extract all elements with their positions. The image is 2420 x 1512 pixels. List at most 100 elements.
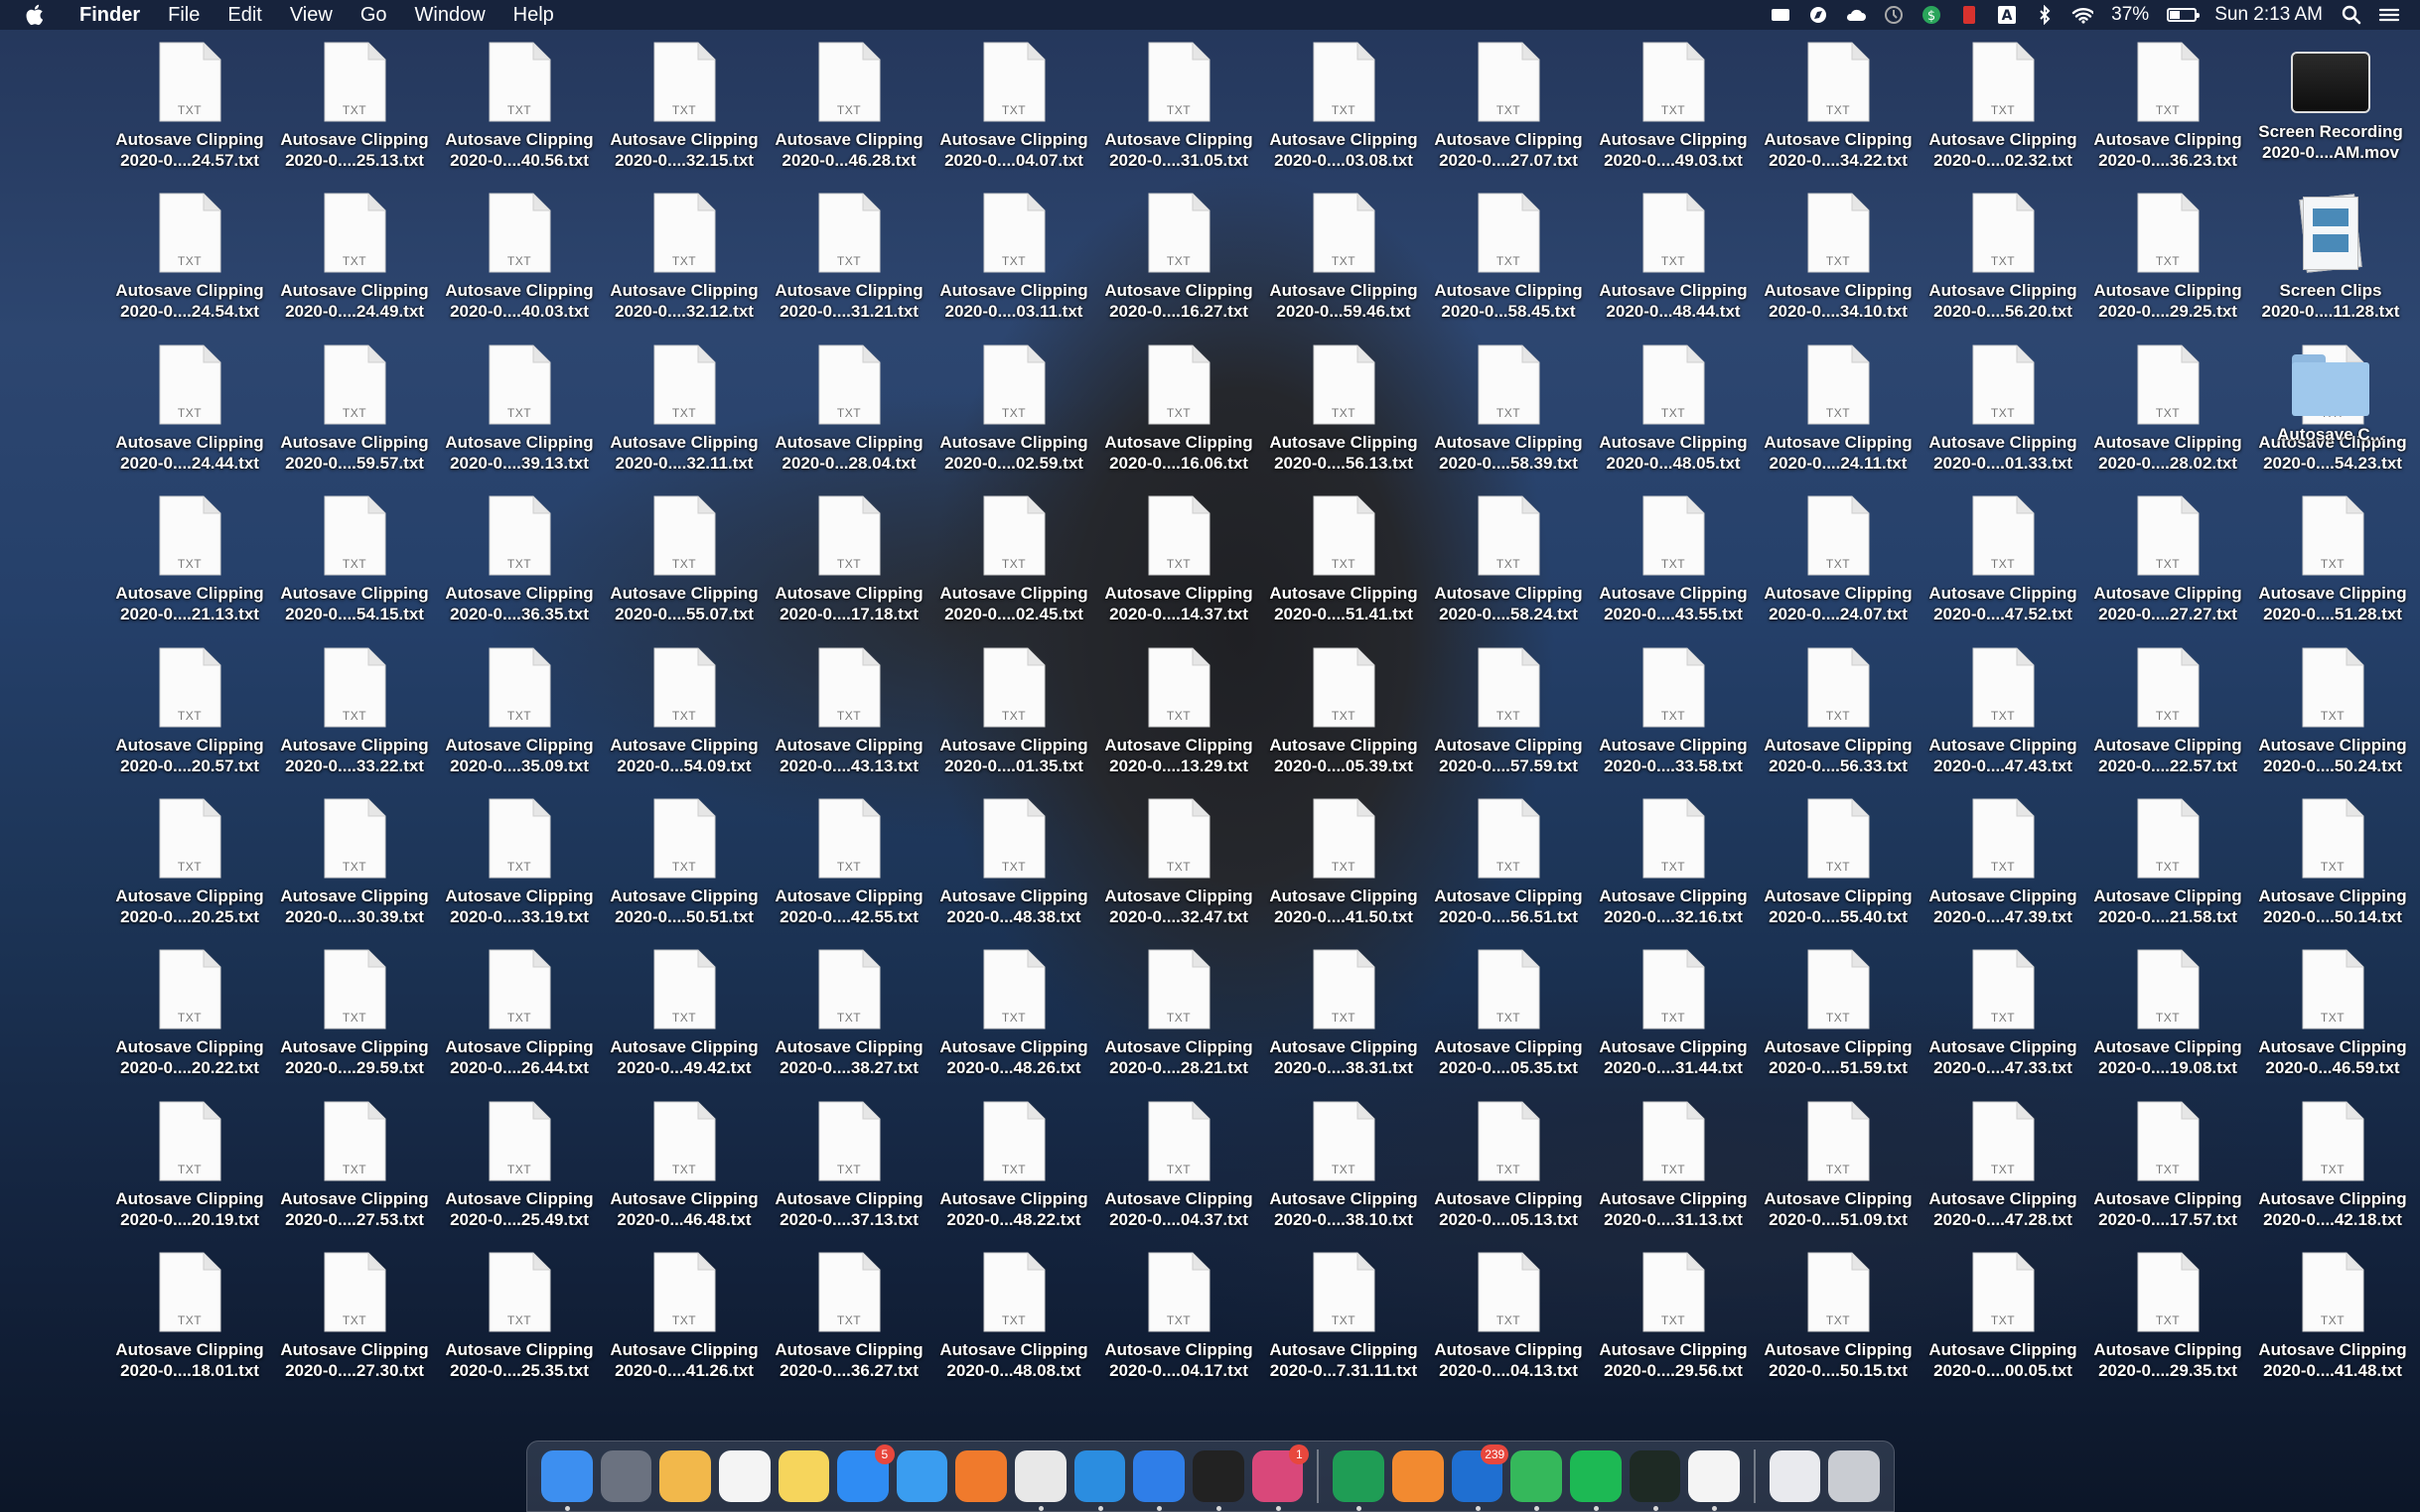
file-name[interactable]: Autosave Clipping 2020-0...48.08.txt xyxy=(931,1339,1096,1381)
txt-file-icon[interactable]: TXT xyxy=(2136,495,2200,577)
txt-file-icon[interactable]: TXT xyxy=(1971,798,2035,880)
desktop-file-item[interactable]: TXT Autosave Clipping 2020-0....22.57.txt xyxy=(2085,643,2250,794)
desktop-file-item[interactable]: TXT Autosave Clipping 2020-0...48.05.txt xyxy=(1591,341,1756,491)
menu-view[interactable]: View xyxy=(276,0,347,30)
file-name[interactable]: Autosave Clipping 2020-0....32.15.txt xyxy=(602,129,767,171)
txt-file-icon[interactable]: TXT xyxy=(1641,495,1705,577)
firefox-icon[interactable] xyxy=(955,1450,1008,1502)
txt-file-icon[interactable]: TXT xyxy=(488,193,551,274)
txt-file-icon[interactable]: TXT xyxy=(158,193,221,274)
desktop-file-item[interactable]: TXT Autosave Clipping 2020-0....05.35.txt xyxy=(1426,945,1591,1096)
launchpad-icon[interactable] xyxy=(600,1450,652,1502)
txt-file-icon[interactable]: TXT xyxy=(817,647,881,729)
file-name[interactable]: Autosave Clipping 2020-0....18.01.txt xyxy=(107,1339,272,1381)
desktop-file-item[interactable]: TXT Autosave Clipping 2020-0....56.20.txt xyxy=(1921,189,2085,340)
desktop-file-item[interactable]: TXT Autosave Clipping 2020-0....14.37.txt xyxy=(1096,491,1261,642)
txt-file-icon[interactable]: TXT xyxy=(158,495,221,577)
txt-file-icon[interactable]: TXT xyxy=(1477,1252,1540,1333)
desktop-file-item[interactable]: TXT Autosave Clipping 2020-0....24.57.txt xyxy=(107,38,272,189)
txt-file-icon[interactable]: TXT xyxy=(817,495,881,577)
desktop-file-item[interactable]: TXT Autosave Clipping 2020-0....24.07.txt xyxy=(1756,491,1921,642)
file-name[interactable]: Autosave Clipping 2020-0....04.13.txt xyxy=(1426,1339,1591,1381)
txt-file-icon[interactable]: TXT xyxy=(1477,495,1540,577)
txt-file-icon[interactable]: TXT xyxy=(1312,798,1375,880)
movie-file-icon[interactable] xyxy=(2291,52,2370,113)
app-store-icon[interactable]: 5 xyxy=(837,1444,895,1502)
bluetooth-icon[interactable] xyxy=(2034,5,2056,25)
desktop-file-item[interactable]: TXT Autosave Clipping 2020-0....40.03.txt xyxy=(437,189,602,340)
bookmark-icon[interactable] xyxy=(1958,5,1980,25)
txt-file-icon[interactable]: TXT xyxy=(1641,344,1705,426)
txt-file-icon[interactable]: TXT xyxy=(982,42,1046,123)
txt-file-icon[interactable]: TXT xyxy=(652,798,716,880)
battery-percent[interactable]: 37% xyxy=(2111,4,2149,26)
txt-file-icon[interactable]: TXT xyxy=(323,1101,386,1182)
file-name[interactable]: Autosave Clipping 2020-0....57.59.txt xyxy=(1426,735,1591,776)
desktop-file-item[interactable]: TXT Autosave Clipping 2020-0....03.08.txt xyxy=(1261,38,1426,189)
file-name[interactable]: Autosave Clipping 2020-0....50.24.txt xyxy=(2250,735,2415,776)
file-name[interactable]: Autosave Clipping 2020-0....56.20.txt xyxy=(1921,280,2085,322)
file-name[interactable]: Autosave Clipping 2020-0....27.27.txt xyxy=(2085,583,2250,624)
terminal-icon[interactable] xyxy=(1193,1450,1244,1511)
desktop-file-item[interactable]: TXT Autosave Clipping 2020-0....26.44.txt xyxy=(437,945,602,1096)
txt-file-icon[interactable]: TXT xyxy=(158,798,221,880)
txt-file-icon[interactable]: TXT xyxy=(488,647,551,729)
txt-file-icon[interactable]: TXT xyxy=(1477,647,1540,729)
txt-file-icon[interactable]: TXT xyxy=(2301,647,2364,729)
txt-file-icon[interactable]: TXT xyxy=(1477,798,1540,880)
desktop-file-item[interactable]: TXT Autosave Clipping 2020-0....29.35.txt xyxy=(2085,1248,2250,1399)
txt-file-icon[interactable]: TXT xyxy=(158,344,221,426)
desktop-file-item[interactable]: TXT Autosave Clipping 2020-0....47.28.txt xyxy=(1921,1097,2085,1248)
desktop-file-item[interactable]: TXT Autosave Clipping 2020-0....50.24.txt xyxy=(2250,643,2415,794)
file-name[interactable]: Autosave Clipping 2020-0....24.44.txt xyxy=(107,432,272,474)
desktop-file-item[interactable]: TXT Autosave Clipping 2020-0....04.07.txt xyxy=(931,38,1096,189)
txt-file-icon[interactable]: TXT xyxy=(1971,495,2035,577)
desktop-file-item[interactable]: TXT Autosave Clipping 2020-0...46.59.txt xyxy=(2250,945,2415,1096)
desktop-file-item[interactable]: TXT Autosave Clipping 2020-0....20.57.txt xyxy=(107,643,272,794)
txt-file-icon[interactable]: TXT xyxy=(982,1252,1046,1333)
desktop-file-item[interactable]: TXT Autosave Clipping 2020-0....37.13.txt xyxy=(767,1097,931,1248)
txt-file-icon[interactable]: TXT xyxy=(652,1101,716,1182)
txt-file-icon[interactable]: TXT xyxy=(1147,647,1210,729)
desktop-file-item[interactable]: TXT Autosave Clipping 2020-0....13.29.txt xyxy=(1096,643,1261,794)
file-name[interactable]: Autosave Clipping 2020-0....41.50.txt xyxy=(1261,886,1426,927)
desktop-file-item[interactable]: TXT Autosave Clipping 2020-0....56.33.txt xyxy=(1756,643,1921,794)
desktop-file-item[interactable]: TXT Autosave Clipping 2020-0....16.06.txt xyxy=(1096,341,1261,491)
desktop-file-item[interactable]: TXT Autosave Clipping 2020-0....19.08.txt xyxy=(2085,945,2250,1096)
desktop-file-item[interactable]: TXT Autosave Clipping 2020-0....17.57.txt xyxy=(2085,1097,2250,1248)
desktop-file-item[interactable]: TXT Autosave Clipping 2020-0....25.35.txt xyxy=(437,1248,602,1399)
file-name[interactable]: Autosave Clipping 2020-0....36.27.txt xyxy=(767,1339,931,1381)
finder-icon[interactable] xyxy=(541,1450,593,1511)
menu-app-finder[interactable]: Finder xyxy=(71,0,154,30)
file-name[interactable]: Autosave Clipping 2020-0....55.40.txt xyxy=(1756,886,1921,927)
file-name[interactable]: Autosave Clipping 2020-0....34.10.txt xyxy=(1756,280,1921,322)
desktop-file-item[interactable]: TXT Autosave Clipping 2020-0....47.43.txt xyxy=(1921,643,2085,794)
txt-file-icon[interactable]: TXT xyxy=(323,798,386,880)
txt-file-icon[interactable]: TXT xyxy=(1641,647,1705,729)
desktop-file-item[interactable]: TXT Autosave Clipping 2020-0....50.14.txt xyxy=(2250,794,2415,945)
txt-file-icon[interactable]: TXT xyxy=(1971,344,2035,426)
desktop-file-item[interactable]: TXT Autosave Clipping 2020-0....00.05.txt xyxy=(1921,1248,2085,1399)
textedit-icon[interactable] xyxy=(1688,1450,1740,1511)
desktop-file-item[interactable]: TXT Autosave Clipping 2020-0....43.55.txt xyxy=(1591,491,1756,642)
chrome-icon[interactable] xyxy=(1015,1450,1067,1511)
txt-file-icon[interactable]: TXT xyxy=(2301,949,2364,1031)
desktop-file-item[interactable]: TXT Autosave Clipping 2020-0....34.10.txt xyxy=(1756,189,1921,340)
compass-icon[interactable] xyxy=(1807,5,1829,25)
txt-file-icon[interactable]: TXT xyxy=(2136,647,2200,729)
txt-file-icon[interactable]: TXT xyxy=(323,344,386,426)
txt-file-icon[interactable]: TXT xyxy=(817,193,881,274)
file-name[interactable]: Autosave Clipping 2020-0....20.57.txt xyxy=(107,735,272,776)
desktop-file-item[interactable]: TXT Autosave Clipping 2020-0....29.59.txt xyxy=(272,945,437,1096)
desktop-file-item[interactable]: TXT Autosave Clipping 2020-0....30.39.txt xyxy=(272,794,437,945)
file-name[interactable]: Autosave Clipping 2020-0...58.45.txt xyxy=(1426,280,1591,322)
desktop-file-item[interactable]: TXT Autosave Clipping 2020-0....38.31.txt xyxy=(1261,945,1426,1096)
desktop-file-item[interactable]: TXT Autosave Clipping 2020-0....31.21.txt xyxy=(767,189,931,340)
desktop-file-item[interactable]: TXT Autosave Clipping 2020-0....47.52.txt xyxy=(1921,491,2085,642)
desktop-file-item[interactable]: TXT Autosave Clipping 2020-0....02.59.txt xyxy=(931,341,1096,491)
file-name[interactable]: Autosave Clipping 2020-0....25.13.txt xyxy=(272,129,437,171)
desktop-file-item[interactable]: TXT Autosave Clipping 2020-0....27.07.txt xyxy=(1426,38,1591,189)
file-name[interactable]: Autosave Clipping 2020-0....16.27.txt xyxy=(1096,280,1261,322)
txt-file-icon[interactable]: TXT xyxy=(1641,949,1705,1031)
file-name[interactable]: Autosave Clipping 2020-0....54.15.txt xyxy=(272,583,437,624)
